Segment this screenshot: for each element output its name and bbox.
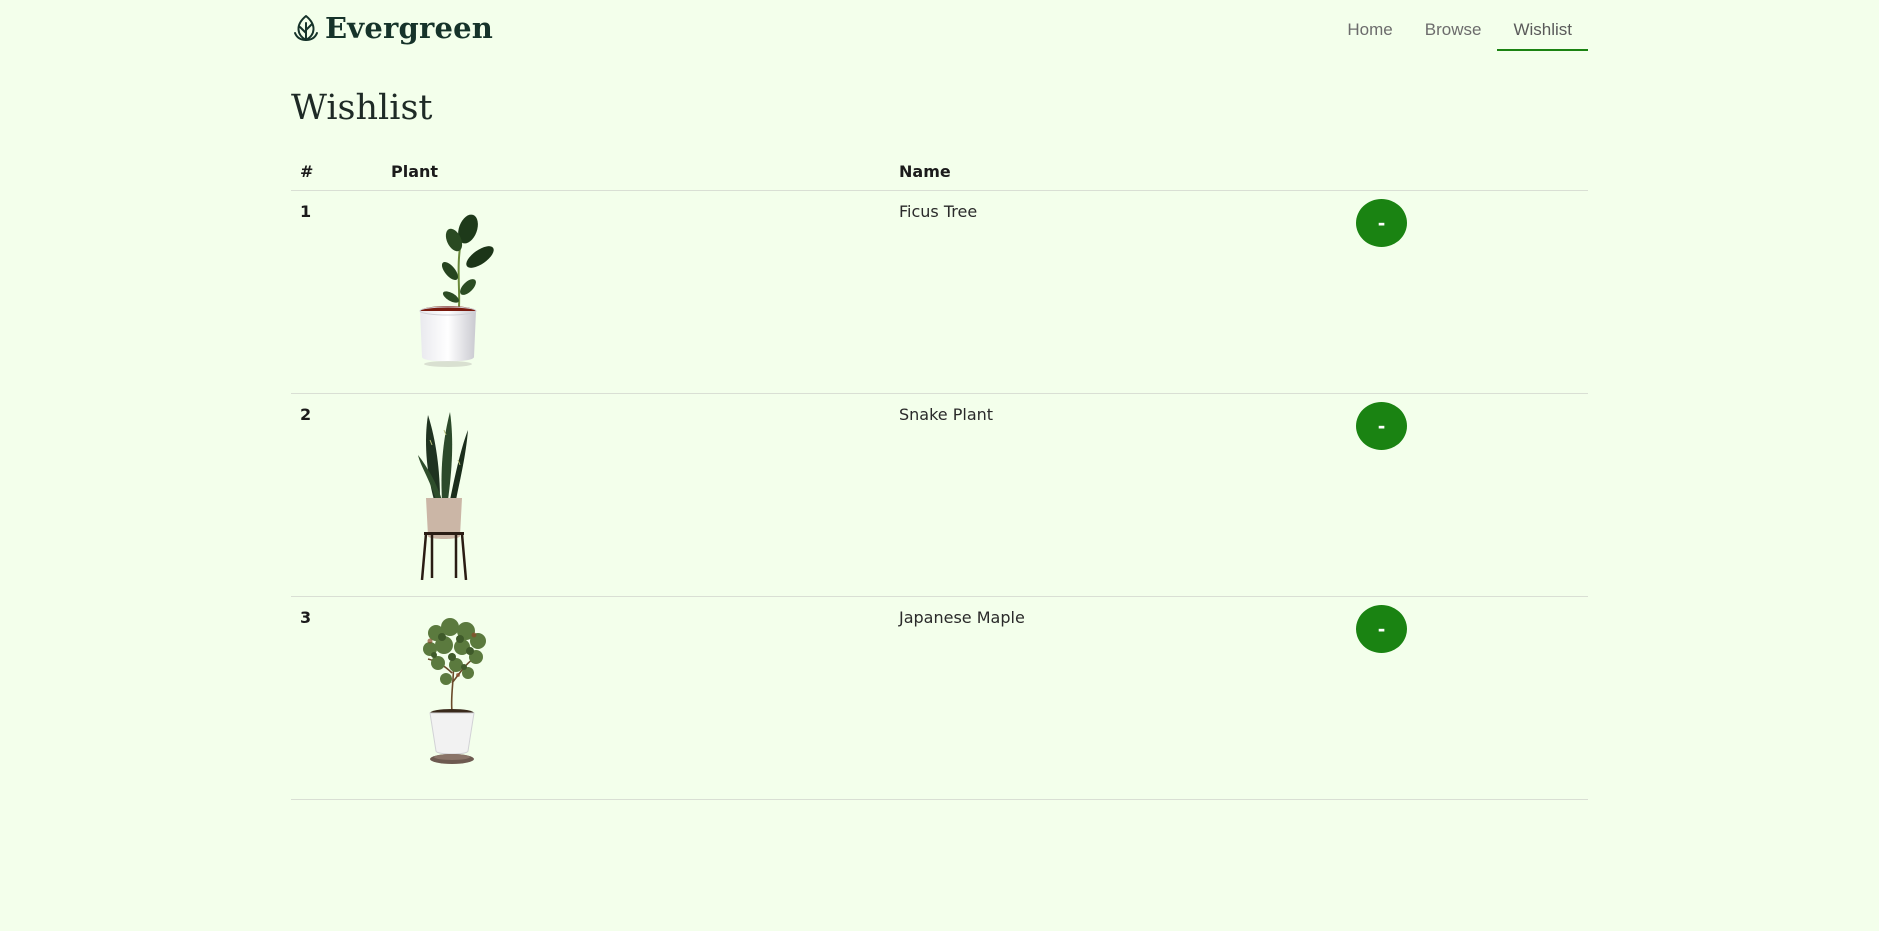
row-number: 3 [300,608,312,627]
page-title: Wishlist [291,88,433,128]
nav-browse[interactable]: Browse [1409,0,1498,51]
row-number: 1 [300,202,312,221]
japanese-maple-image [423,618,486,764]
plant-name: Snake Plant [899,405,994,424]
brand-name: Evergreen [325,11,494,45]
brand-logo[interactable]: Evergreen [291,11,493,45]
remove-button[interactable]: - [1356,605,1407,653]
remove-button[interactable]: - [1356,199,1407,247]
header-name: Name [899,162,951,181]
nav-wishlist[interactable]: Wishlist [1497,0,1588,51]
table-row: 3 Japanese Maple - [291,597,1588,800]
wishlist-table: # Plant Name 1 Ficus Tree - 2 Snake Plan… [291,155,1588,800]
remove-button[interactable]: - [1356,402,1407,450]
leaf-icon [294,15,318,41]
nav-home[interactable]: Home [1331,0,1408,51]
header-num: # [300,162,314,181]
main-nav: Home Browse Wishlist [1331,0,1588,51]
ficus-tree-image [419,214,494,367]
snake-plant-image [418,412,468,580]
page-container: Evergreen Home Browse Wishlist Wishlist … [291,0,1588,800]
table-row: 1 Ficus Tree - [291,191,1588,394]
table-row: 2 Snake Plant - [291,394,1588,597]
header-plant: Plant [391,162,439,181]
row-number: 2 [300,405,312,424]
table-header: # Plant Name [291,155,1588,191]
plant-name: Ficus Tree [899,202,978,221]
site-header: Evergreen Home Browse Wishlist [291,0,1588,52]
plant-name: Japanese Maple [899,608,1025,627]
